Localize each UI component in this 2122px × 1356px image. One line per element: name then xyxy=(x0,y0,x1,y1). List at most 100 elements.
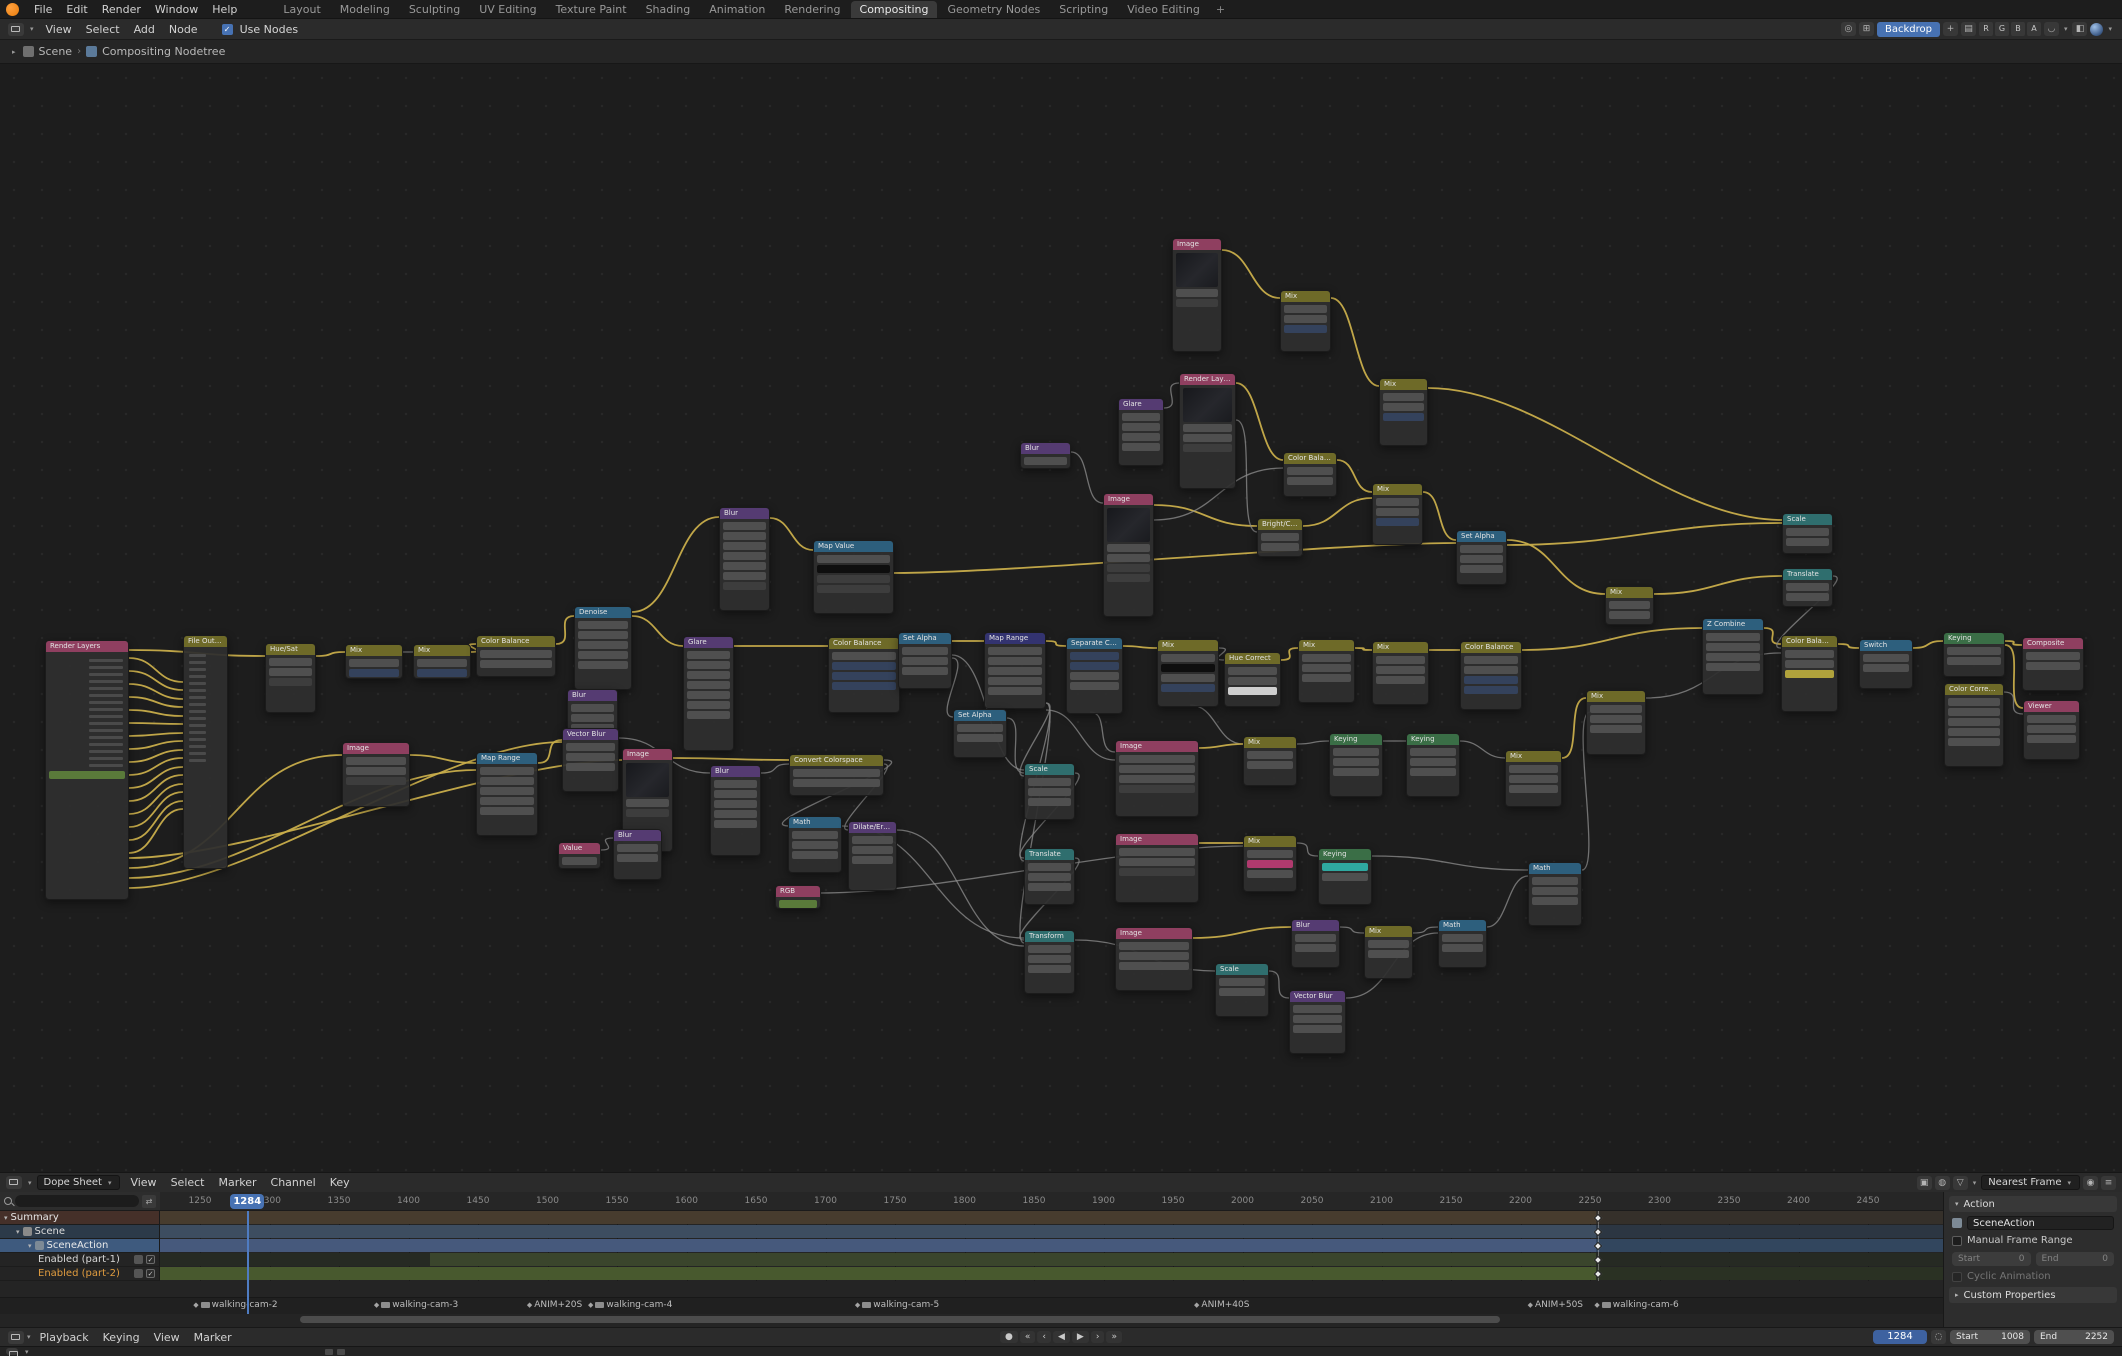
node-map-range[interactable]: Map Range xyxy=(476,752,538,836)
node-widget[interactable] xyxy=(1024,457,1067,465)
workspace-tab-texture-paint[interactable]: Texture Paint xyxy=(547,1,636,18)
workspace-add-tab[interactable]: + xyxy=(1210,1,1231,18)
node-widget[interactable] xyxy=(902,667,948,675)
playback-menu-view[interactable]: View xyxy=(147,1330,187,1345)
node-widget[interactable] xyxy=(578,621,628,629)
node-keying[interactable]: Keying xyxy=(1943,632,2005,677)
node-widget[interactable] xyxy=(687,651,730,659)
node-widget[interactable] xyxy=(417,659,467,667)
node-widget[interactable] xyxy=(687,711,730,719)
backdrop-channel-b-button[interactable]: B xyxy=(2010,22,2025,36)
node-widget[interactable] xyxy=(1706,663,1760,671)
node-scale[interactable]: Scale xyxy=(1024,763,1075,820)
node-widget[interactable] xyxy=(269,678,312,686)
node-widget[interactable] xyxy=(1464,656,1518,664)
node-transform[interactable]: Transform xyxy=(1024,930,1075,994)
node-widget[interactable] xyxy=(346,777,406,785)
node-widget[interactable] xyxy=(1070,682,1119,690)
dope-mode-dropdown[interactable]: Dope Sheet ▾ xyxy=(36,1175,121,1190)
editor-type-icon[interactable] xyxy=(8,22,24,36)
breadcrumb-collapse-icon[interactable]: ▸ xyxy=(10,48,18,56)
node-widget[interactable] xyxy=(1322,863,1368,871)
node-widget[interactable] xyxy=(1284,305,1327,313)
node-widget[interactable] xyxy=(1028,883,1071,891)
node-widget[interactable] xyxy=(1706,653,1760,661)
node-widget[interactable] xyxy=(1302,674,1351,682)
node-widget[interactable] xyxy=(1261,533,1299,541)
node-widget[interactable] xyxy=(578,651,628,659)
node-color-balance[interactable]: Color Balance xyxy=(476,635,556,677)
node-widget[interactable] xyxy=(1228,667,1277,675)
node-widget[interactable] xyxy=(1119,858,1195,866)
node-translate[interactable]: Translate xyxy=(1024,848,1075,905)
dope-menu-select[interactable]: Select xyxy=(164,1175,212,1190)
workspace-tab-layout[interactable]: Layout xyxy=(274,1,329,18)
node-widget[interactable] xyxy=(566,743,615,751)
node-color-balance[interactable]: Color Balance xyxy=(1283,452,1337,497)
playhead-line[interactable] xyxy=(247,1211,250,1314)
node-widget[interactable] xyxy=(617,854,658,862)
dope-menu-channel[interactable]: Channel xyxy=(264,1175,323,1190)
node-widget[interactable] xyxy=(1219,978,1265,986)
node-widget[interactable] xyxy=(2026,662,2080,670)
timeline-editor-icon[interactable] xyxy=(8,1330,24,1344)
node-widget[interactable] xyxy=(723,582,766,590)
node-glare[interactable]: Glare xyxy=(1118,398,1164,466)
node-widget[interactable] xyxy=(1863,664,1909,672)
status-editor-icon[interactable] xyxy=(6,1348,18,1356)
node-widget[interactable] xyxy=(1442,934,1483,942)
node-rgb[interactable]: RGB xyxy=(775,885,821,909)
node-widget[interactable] xyxy=(1785,660,1834,668)
node-widget[interactable] xyxy=(1295,944,1336,952)
blender-logo-icon[interactable] xyxy=(6,2,19,16)
menu-file[interactable]: File xyxy=(27,2,59,17)
overlays-icon[interactable]: ◧ xyxy=(2072,22,2088,36)
node-mix[interactable]: Mix xyxy=(1298,639,1355,703)
channel-checkbox[interactable]: ✓ xyxy=(146,1255,155,1264)
node-z-combine[interactable]: Z Combine xyxy=(1702,618,1764,695)
node-widget[interactable] xyxy=(792,851,838,859)
proportional-edit-icon[interactable]: ◉ xyxy=(2083,1175,2098,1190)
node-widget[interactable] xyxy=(346,757,406,765)
jump-to-start-button[interactable]: « xyxy=(1019,1331,1036,1343)
node-widget[interactable] xyxy=(1786,593,1829,601)
node-widget[interactable] xyxy=(1119,868,1195,876)
node-widget[interactable] xyxy=(1119,962,1189,970)
node-denoise[interactable]: Denoise xyxy=(574,606,632,690)
action-panel-header[interactable]: ▾ Action xyxy=(1949,1196,2117,1212)
node-file-output[interactable]: File Output xyxy=(183,635,228,869)
node-widget[interactable] xyxy=(1706,643,1760,651)
custom-properties-panel-header[interactable]: ▸ Custom Properties xyxy=(1949,1287,2117,1303)
node-image[interactable]: Image xyxy=(1103,493,1154,617)
node-widget[interactable] xyxy=(1028,788,1071,796)
marker-walking-cam-4[interactable]: ◆ walking-cam-4 xyxy=(588,1300,672,1310)
node-widget[interactable] xyxy=(1070,672,1119,680)
node-widget[interactable] xyxy=(723,562,766,570)
node-widget[interactable] xyxy=(1863,654,1909,662)
workspace-tab-geometry-nodes[interactable]: Geometry Nodes xyxy=(938,1,1049,18)
node-widget[interactable] xyxy=(1295,934,1336,942)
node-widget[interactable] xyxy=(1368,940,1409,948)
node-widget[interactable] xyxy=(832,682,896,690)
channel-checkbox[interactable]: ✓ xyxy=(146,1269,155,1278)
backdrop-channel-r-button[interactable]: R xyxy=(1978,22,1993,36)
node-widget[interactable] xyxy=(269,668,312,676)
node-widget[interactable] xyxy=(902,647,948,655)
node-widget[interactable] xyxy=(1122,433,1160,441)
node-widget[interactable] xyxy=(480,787,534,795)
editor-menu-node[interactable]: Node xyxy=(162,22,205,37)
backdrop-zoom-icon[interactable]: ▤ xyxy=(1960,22,1976,36)
node-widget[interactable] xyxy=(817,585,890,593)
node-blur[interactable]: Blur xyxy=(710,765,761,856)
node-widget[interactable] xyxy=(723,552,766,560)
node-widget[interactable] xyxy=(1122,413,1160,421)
keying-set-icon[interactable]: ◌ xyxy=(1931,1330,1946,1344)
node-widget[interactable] xyxy=(1293,1015,1342,1023)
playback-menu-playback[interactable]: Playback xyxy=(33,1330,96,1345)
node-widget[interactable] xyxy=(793,779,880,787)
start-frame-field[interactable]: Start 1008 xyxy=(1950,1330,2030,1344)
node-widget[interactable] xyxy=(1464,666,1518,674)
node-render-layers[interactable]: Render Layers xyxy=(45,640,129,900)
node-widget[interactable] xyxy=(1161,654,1215,662)
node-widget[interactable] xyxy=(832,652,896,660)
